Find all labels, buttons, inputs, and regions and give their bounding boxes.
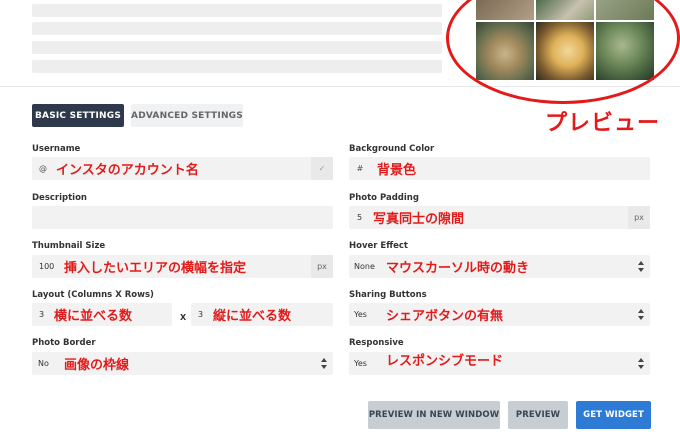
preview-button[interactable]: PREVIEW (508, 401, 568, 429)
at-sign-prefix: @ (39, 164, 47, 173)
sharing-buttons-value: Yes (354, 310, 367, 319)
background-color-label: Background Color (349, 144, 435, 154)
select-arrows-icon (638, 358, 644, 369)
background-color-field[interactable]: # 背景色 (349, 157, 650, 180)
hover-effect-label: Hover Effect (349, 241, 408, 251)
thumbnail-size-value: 100 (39, 262, 55, 271)
responsive-annotation: レスポンシブモード (386, 354, 504, 369)
preview-new-window-button[interactable]: PREVIEW IN NEW WINDOW (368, 401, 500, 429)
preview-annotation: プレビュー (545, 111, 661, 136)
photo-border-select[interactable]: No 画像の枠線 (32, 352, 333, 375)
check-icon: ✓ (311, 157, 333, 180)
layout-columns-value: 3 (39, 310, 45, 319)
sharing-buttons-annotation: シェアボタンの有無 (386, 309, 504, 324)
sharing-buttons-select[interactable]: Yes シェアボタンの有無 (349, 303, 650, 326)
tab-basic-settings[interactable]: BASIC SETTINGS (32, 104, 124, 127)
placeholder-line (32, 4, 442, 17)
username-label: Username (32, 144, 81, 154)
description-label: Description (32, 193, 87, 203)
description-field[interactable] (32, 206, 333, 229)
layout-columns-field[interactable]: 3 横に並べる数 (32, 303, 172, 326)
responsive-label: Responsive (349, 338, 404, 348)
thumbnail-size-field[interactable]: 100 挿入したいエリアの横幅を指定 px (32, 255, 333, 278)
responsive-select[interactable]: Yes レスポンシブモード (349, 352, 650, 375)
layout-label: Layout (Columns X Rows) (32, 290, 154, 300)
thumbnail-size-label: Thumbnail Size (32, 241, 106, 251)
placeholder-line (32, 22, 442, 35)
photo-padding-field[interactable]: 5 写真同士の隙間 px (349, 206, 650, 229)
background-color-annotation: 背景色 (377, 163, 417, 178)
placeholder-line (32, 60, 442, 73)
select-arrows-icon (638, 261, 644, 272)
px-suffix: px (628, 206, 650, 229)
photo-padding-annotation: 写真同士の隙間 (373, 212, 465, 227)
select-arrows-icon (638, 309, 644, 320)
px-suffix: px (311, 255, 333, 278)
get-widget-button[interactable]: GET WIDGET (576, 401, 651, 429)
thumbnail-size-annotation: 挿入したいエリアの横幅を指定 (64, 261, 247, 276)
username-annotation: インスタのアカウント名 (56, 163, 199, 178)
photo-border-value: No (38, 359, 49, 368)
photo-border-label: Photo Border (32, 338, 96, 348)
hover-effect-value: None (354, 262, 375, 271)
layout-columns-annotation: 横に並べる数 (54, 309, 133, 324)
hover-effect-annotation: マウスカーソル時の動き (386, 261, 530, 276)
layout-rows-value: 3 (198, 310, 204, 319)
placeholder-line (32, 41, 442, 54)
layout-rows-field[interactable]: 3 縦に並べる数 (191, 303, 333, 326)
hover-effect-select[interactable]: None マウスカーソル時の動き (349, 255, 650, 278)
photo-padding-value: 5 (357, 213, 363, 222)
responsive-value: Yes (354, 359, 367, 368)
tab-advanced-settings[interactable]: ADVANCED SETTINGS (131, 104, 243, 127)
select-arrows-icon (321, 358, 327, 369)
photo-padding-label: Photo Padding (349, 193, 419, 203)
sharing-buttons-label: Sharing Buttons (349, 290, 427, 300)
layout-rows-annotation: 縦に並べる数 (213, 309, 292, 324)
username-field[interactable]: @ インスタのアカウント名 ✓ (32, 157, 333, 180)
layout-times-sign: X (180, 313, 187, 322)
photo-border-annotation: 画像の枠線 (64, 358, 130, 373)
hash-prefix: # (356, 164, 364, 173)
annotation-ellipse (446, 0, 680, 104)
